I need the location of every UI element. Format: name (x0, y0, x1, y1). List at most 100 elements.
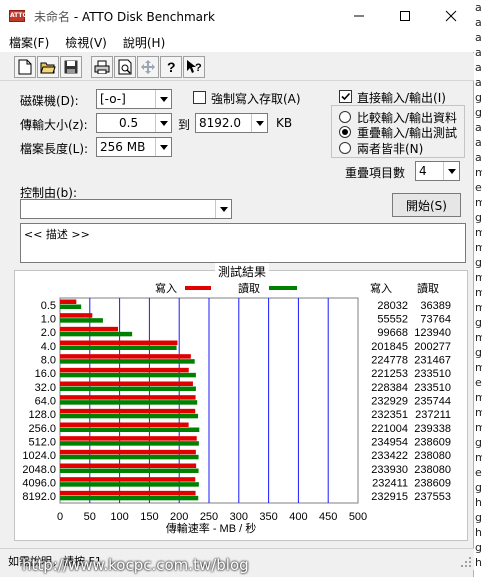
legend-read-label: 讀取 (238, 281, 260, 295)
print-icon (94, 60, 110, 74)
category-label: 512.0 (28, 437, 56, 449)
io-mode-neither-label: 兩者皆非(N) (357, 142, 424, 156)
to-label: 到 (178, 118, 191, 132)
print-preview-button[interactable] (114, 56, 136, 78)
move-button[interactable] (137, 56, 159, 78)
read-value: 233510 (414, 382, 451, 394)
write-bar (60, 313, 93, 318)
background-text: h (475, 526, 482, 539)
resize-grip-icon[interactable] (460, 556, 472, 568)
io-mode-neither-radio[interactable] (339, 142, 351, 154)
write-value: 232351 (371, 409, 408, 421)
x-tick-label: 350 (259, 511, 277, 523)
category-label: 128.0 (28, 409, 56, 421)
direct-io-checkbox[interactable] (339, 90, 352, 103)
read-value: 237553 (414, 491, 451, 503)
start-button[interactable]: 開始(S) (392, 193, 461, 217)
background-window-strip: aaaaaaggaaamemgmmgmmmgmgmemmmgmeghghgh (474, 0, 482, 577)
write-value: 228384 (371, 382, 408, 394)
minimize-button[interactable] (336, 0, 382, 32)
transfer-from-select[interactable]: 0.5 (96, 113, 172, 133)
menu-bar: 檔案(F) 檢視(V) 說明(H) (0, 32, 474, 52)
save-button[interactable] (60, 56, 82, 78)
controlled-by-select[interactable] (20, 199, 232, 219)
read-value: 123940 (414, 327, 451, 339)
file-length-label: 檔案長度(L): (20, 142, 89, 156)
background-text: a (475, 76, 482, 89)
read-value: 36389 (420, 300, 451, 312)
io-mode-overlap-radio[interactable] (339, 126, 351, 138)
transfer-to-select[interactable]: 8192.0 (195, 113, 268, 133)
background-text: e (475, 466, 482, 479)
category-label: 8.0 (41, 355, 56, 367)
background-text: g (475, 346, 482, 359)
background-text: a (475, 31, 482, 44)
drive-value: [-o-] (100, 92, 126, 106)
category-label: 2.0 (41, 327, 56, 339)
io-mode-compare-radio[interactable] (339, 111, 351, 123)
read-bar (60, 454, 199, 460)
file-length-select[interactable]: 256 MB (96, 137, 172, 157)
x-tick-label: 0 (57, 511, 63, 523)
direct-io-label: 直接輸入/輸出(I) (357, 91, 446, 105)
read-value: 237211 (415, 409, 451, 421)
file-length-value: 256 MB (100, 140, 146, 154)
write-bar (60, 408, 196, 414)
description-text: << 描述 >> (24, 228, 90, 241)
background-text: g (475, 256, 482, 269)
menu-file[interactable]: 檔案(F) (0, 32, 56, 52)
open-button[interactable] (37, 56, 59, 78)
help-button[interactable]: ? (160, 56, 182, 78)
write-bar (60, 299, 77, 304)
write-value: 232915 (371, 491, 408, 503)
menu-view[interactable]: 檢視(V) (56, 32, 114, 52)
read-bar (60, 304, 82, 309)
write-bar (60, 477, 196, 482)
background-text: m (475, 196, 482, 209)
queue-depth-select[interactable]: 4 (415, 161, 460, 181)
read-bar (60, 331, 133, 337)
results-chart: 寫入 讀取 寫入 讀取 0 50 100 150 200 250 300 350 400 450 5… (22, 281, 451, 535)
background-text: m (475, 271, 482, 284)
background-text: a (475, 61, 482, 74)
watermark-text: http://www.kocpc.com.tw/blog (22, 556, 249, 574)
print-button[interactable] (91, 56, 113, 78)
menu-help[interactable]: 說明(H) (114, 32, 172, 52)
drive-select[interactable]: [-o-] (96, 89, 172, 109)
x-tick-label: 500 (349, 511, 367, 523)
close-button[interactable] (428, 0, 474, 32)
read-value: 235744 (414, 396, 451, 408)
x-tick-label: 400 (289, 511, 307, 523)
checkmark-icon (341, 92, 351, 101)
open-icon (40, 62, 56, 74)
context-help-button[interactable]: ? (183, 56, 205, 78)
write-bar (60, 436, 197, 441)
force-write-checkbox[interactable] (193, 91, 206, 104)
write-bar (60, 354, 191, 359)
new-button[interactable] (14, 56, 36, 78)
write-bar (60, 326, 119, 332)
background-text: g (475, 481, 482, 494)
background-text: e (475, 181, 482, 194)
background-text: m (475, 421, 482, 434)
title-bar[interactable]: ATTO 未命名 - ATTO Disk Benchmark (0, 0, 474, 32)
read-value: 238609 (414, 478, 451, 490)
write-bar (60, 422, 189, 427)
move-icon (141, 60, 155, 74)
read-value: 231467 (414, 355, 451, 367)
x-tick-label: 250 (200, 511, 218, 523)
maximize-button[interactable] (382, 0, 428, 32)
transfer-from-value: 0.5 (119, 116, 139, 130)
background-text: a (475, 136, 482, 149)
category-label: 4.0 (41, 341, 56, 353)
background-text: g (475, 511, 482, 524)
maximize-icon (400, 11, 410, 21)
category-label: 1024.0 (22, 450, 56, 462)
background-text: m (475, 301, 482, 314)
x-axis-label: 傳輸速率 - MB / 秒 (166, 521, 256, 535)
background-text: m (475, 361, 482, 374)
write-value: 233930 (371, 464, 408, 476)
chevron-down-icon (155, 114, 171, 132)
atto-app-icon: ATTO (9, 10, 28, 22)
description-textarea[interactable]: << 描述 >> (20, 223, 466, 263)
